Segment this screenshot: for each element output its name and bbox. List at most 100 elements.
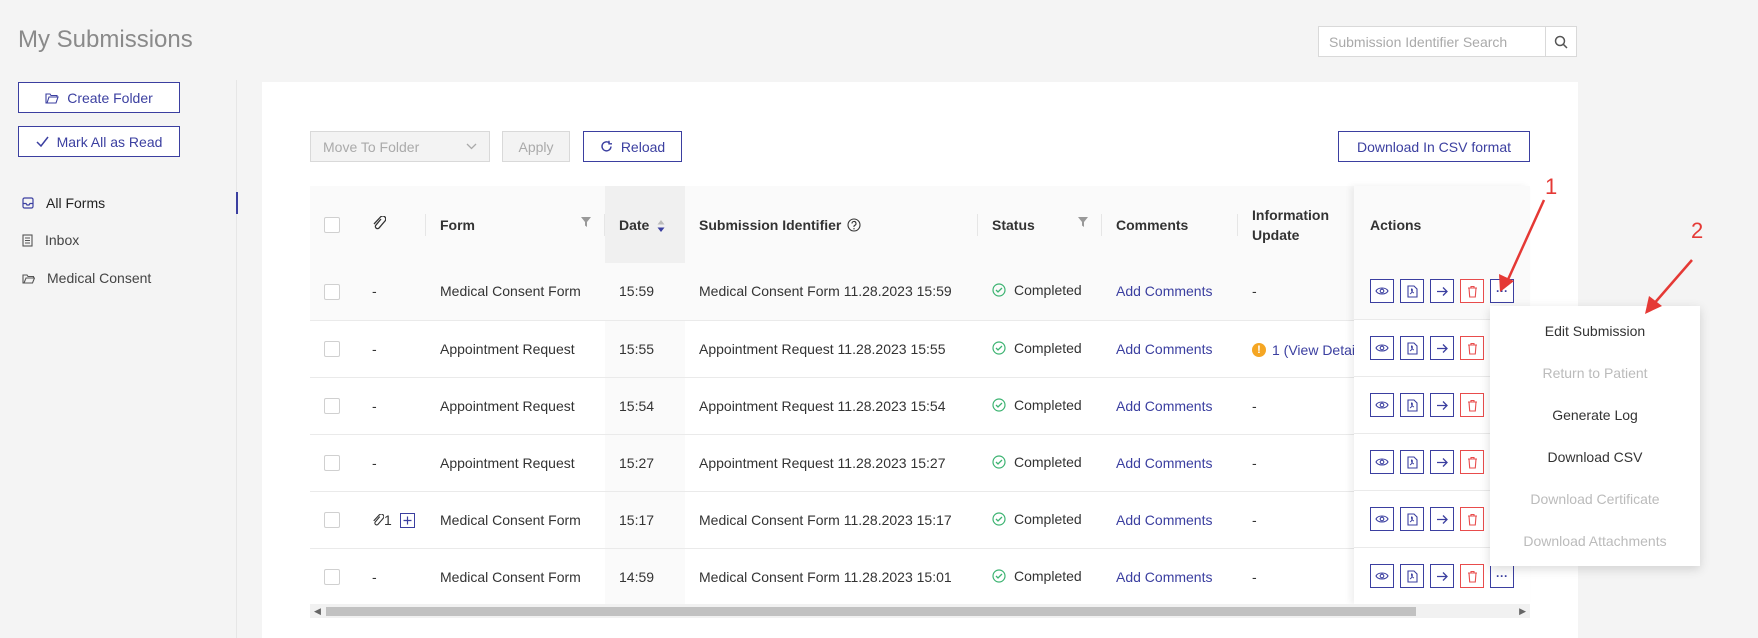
- arrow-right-icon: [1436, 571, 1448, 581]
- delete-button[interactable]: [1460, 507, 1484, 531]
- row-checkbox[interactable]: [324, 455, 340, 472]
- pdf-button[interactable]: [1400, 336, 1424, 360]
- table-row: - Appointment Request 15:55 Appointment …: [310, 320, 1530, 378]
- header-attachment: [358, 186, 426, 263]
- download-csv-button[interactable]: Download In CSV format: [1338, 131, 1530, 162]
- header-date[interactable]: Date: [605, 186, 685, 263]
- check-circle-icon: [992, 340, 1006, 355]
- forward-button[interactable]: [1430, 507, 1454, 531]
- filter-icon[interactable]: [581, 217, 591, 227]
- header-submission-identifier: Submission Identifier: [685, 186, 978, 263]
- scrollbar-thumb[interactable]: [326, 607, 1416, 616]
- attachment-cell: 1: [358, 491, 426, 549]
- row-checkbox[interactable]: [324, 398, 340, 415]
- add-comments-link[interactable]: Add Comments: [1116, 569, 1212, 585]
- delete-button[interactable]: [1460, 279, 1484, 303]
- row-checkbox[interactable]: [324, 283, 340, 300]
- add-comments-link[interactable]: Add Comments: [1116, 455, 1212, 471]
- identifier-cell: Appointment Request 11.28.2023 15:27: [685, 434, 978, 492]
- more-actions-button[interactable]: ···: [1490, 279, 1514, 303]
- forward-button[interactable]: [1430, 336, 1454, 360]
- pdf-button[interactable]: [1400, 450, 1424, 474]
- move-to-folder-select[interactable]: Move To Folder: [310, 131, 490, 162]
- eye-icon: [1375, 401, 1389, 409]
- date-cell: 15:17: [605, 491, 685, 549]
- search-box: [1318, 26, 1577, 57]
- view-button[interactable]: [1370, 450, 1394, 474]
- mark-all-read-button[interactable]: Mark All as Read: [18, 126, 180, 157]
- inbox-icon: [22, 197, 34, 209]
- pdf-button[interactable]: [1400, 564, 1424, 588]
- sidebar-item-medical-consent[interactable]: Medical Consent: [22, 267, 151, 289]
- view-button[interactable]: [1370, 507, 1394, 531]
- trash-icon: [1467, 399, 1477, 412]
- header-date-label: Date: [619, 216, 650, 233]
- row-checkbox[interactable]: [324, 569, 340, 586]
- eye-icon: [1375, 458, 1389, 466]
- attachment-cell: -: [358, 548, 426, 604]
- header-form[interactable]: Form: [426, 186, 605, 263]
- sidebar-item-label: Medical Consent: [47, 270, 152, 286]
- search-input[interactable]: [1319, 27, 1545, 56]
- view-button[interactable]: [1370, 564, 1394, 588]
- sidebar-item-label: All Forms: [46, 195, 106, 211]
- pdf-icon: [1406, 398, 1418, 412]
- reload-label: Reload: [620, 138, 666, 155]
- help-icon[interactable]: [847, 217, 861, 232]
- add-comments-link[interactable]: Add Comments: [1116, 512, 1212, 528]
- delete-button[interactable]: [1460, 336, 1484, 360]
- menu-item-generate-log[interactable]: Generate Log: [1490, 394, 1700, 436]
- delete-button[interactable]: [1460, 393, 1484, 417]
- menu-item-edit-submission[interactable]: Edit Submission: [1490, 310, 1700, 352]
- forward-button[interactable]: [1430, 450, 1454, 474]
- add-comments-link[interactable]: Add Comments: [1116, 398, 1212, 414]
- trash-icon: [1467, 513, 1477, 526]
- filter-icon[interactable]: [1078, 217, 1088, 227]
- identifier-cell: Appointment Request 11.28.2023 15:54: [685, 377, 978, 435]
- pdf-button[interactable]: [1400, 393, 1424, 417]
- menu-item-download-attachments: Download Attachments: [1523, 533, 1667, 549]
- row-checkbox[interactable]: [324, 341, 340, 358]
- view-button[interactable]: [1370, 279, 1394, 303]
- forward-button[interactable]: [1430, 393, 1454, 417]
- add-comments-link[interactable]: Add Comments: [1116, 341, 1212, 357]
- sidebar-item-all-forms[interactable]: All Forms: [22, 192, 105, 214]
- select-all-checkbox[interactable]: [324, 217, 340, 234]
- header-select-all: [310, 186, 358, 263]
- pdf-button[interactable]: [1400, 279, 1424, 303]
- scroll-right-icon[interactable]: ▶: [1519, 606, 1526, 617]
- create-folder-button[interactable]: Create Folder: [18, 82, 180, 113]
- status-label: Completed: [1014, 510, 1082, 527]
- forward-button[interactable]: [1430, 279, 1454, 303]
- delete-button[interactable]: [1460, 450, 1484, 474]
- date-cell: 15:54: [605, 377, 685, 435]
- row-checkbox[interactable]: [324, 512, 340, 529]
- paperclip-icon: [373, 513, 385, 525]
- scroll-left-icon[interactable]: ◀: [314, 606, 321, 617]
- form-cell: Appointment Request: [426, 434, 605, 492]
- expand-icon[interactable]: [399, 512, 415, 528]
- search-button[interactable]: [1545, 27, 1576, 56]
- delete-button[interactable]: [1460, 564, 1484, 588]
- pdf-button[interactable]: [1400, 507, 1424, 531]
- header-actions: Actions: [1354, 186, 1530, 263]
- reload-button[interactable]: Reload: [583, 131, 682, 162]
- arrow-right-icon: [1436, 286, 1448, 296]
- apply-button[interactable]: Apply: [502, 131, 570, 162]
- table-row: - Appointment Request 15:27 Appointment …: [310, 434, 1530, 492]
- more-actions-button[interactable]: ···: [1490, 564, 1514, 588]
- view-button[interactable]: [1370, 336, 1394, 360]
- folder-open-icon: [45, 92, 59, 104]
- menu-item-download-csv[interactable]: Download CSV: [1490, 436, 1700, 478]
- form-cell: Medical Consent Form: [426, 548, 605, 604]
- info-update-link[interactable]: ! 1 (View Details): [1252, 342, 1370, 358]
- sidebar-item-inbox[interactable]: Inbox: [22, 229, 79, 251]
- header-status[interactable]: Status: [978, 186, 1102, 263]
- document-icon: [22, 233, 33, 247]
- date-cell: 15:59: [605, 263, 685, 321]
- trash-icon: [1467, 570, 1477, 583]
- horizontal-scrollbar[interactable]: ◀ ▶: [310, 604, 1530, 618]
- forward-button[interactable]: [1430, 564, 1454, 588]
- view-button[interactable]: [1370, 393, 1394, 417]
- add-comments-link[interactable]: Add Comments: [1116, 283, 1212, 299]
